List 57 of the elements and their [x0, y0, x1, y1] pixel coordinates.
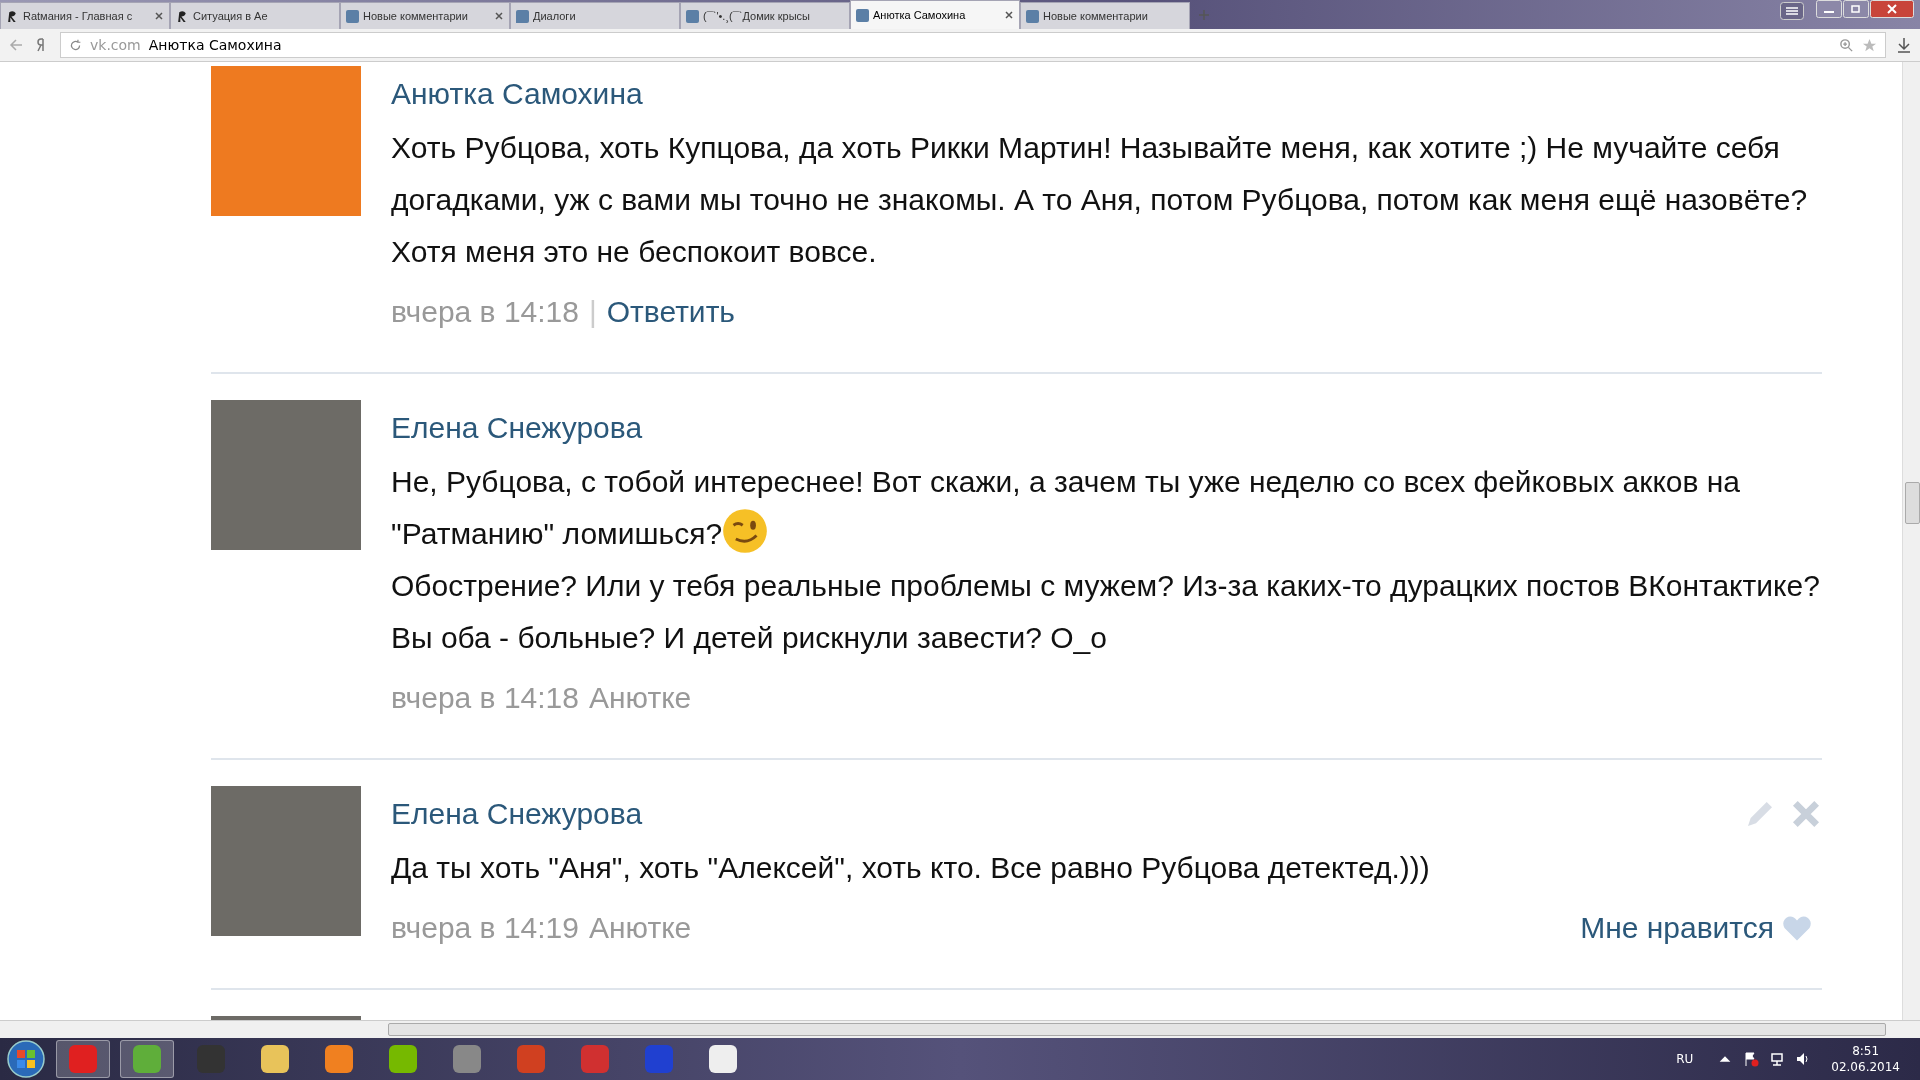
author-name-link[interactable]: Елена Снежурова: [391, 411, 643, 445]
browser-tab[interactable]: Новые комментарии: [1020, 2, 1190, 29]
comment-timestamp: вчера в 14:18: [391, 681, 579, 715]
language-indicator[interactable]: RU: [1676, 1052, 1694, 1066]
close-icon[interactable]: [154, 11, 164, 21]
tab-title: Ratмания - Главная с: [23, 10, 134, 22]
tab-title: Ситуация в Ае: [193, 10, 269, 22]
comment-text: Хоть Рубцова, хоть Купцова, да хоть Рикки Мартин! Называйте меня, как хотите ;) Не мучайте себя догадками, уж с вами мы точно не знакомы. А то Аня, потом Рубцова, потом как меня ещё назовёте? Хотя меня это не беспокоит вовсе.: [391, 130, 1809, 270]
delete-icon[interactable]: [1790, 798, 1822, 830]
tab-title: Диалоги: [533, 10, 577, 22]
rat-logo-icon: [6, 9, 19, 23]
start-button[interactable]: [6, 1039, 46, 1079]
reply-link[interactable]: Ответить: [606, 295, 735, 329]
download-icon[interactable]: [1896, 37, 1912, 53]
heart-icon: [1782, 914, 1812, 942]
comment-text: Обострение? Или у тебя реальные проблемы с мужем? Из-за каких-то дурацких постов ВКонтактике? Вы оба - больные? И детей рискнули завести? О_о: [391, 568, 1821, 656]
clock-date[interactable]: 02.06.2014: [1831, 1059, 1900, 1075]
browser-tab[interactable]: Новые комментарии: [340, 2, 510, 29]
browser-tab[interactable]: (¯`'•.¸(¯`Домик крысы: [680, 2, 850, 29]
address-field[interactable]: vk.com Анютка Самохина: [60, 32, 1886, 58]
comment-timestamp: вчера в 14:18: [391, 295, 579, 329]
scrollbar-thumb[interactable]: [1905, 482, 1920, 524]
url-domain: vk.com: [90, 37, 141, 53]
reply-to-label: Анютке: [588, 681, 692, 715]
menu-icon[interactable]: [1780, 2, 1804, 20]
zoom-icon[interactable]: [1839, 37, 1854, 53]
browser-tab[interactable]: Анютка Самохина: [850, 0, 1020, 29]
network-icon[interactable]: [1769, 1051, 1786, 1067]
browser-tab[interactable]: Ratмания - Главная с: [0, 2, 170, 29]
close-icon[interactable]: [494, 11, 504, 21]
comment-text: Да ты хоть "Аня", хоть "Алексей", хоть кто. Все равно Рубцова детектед.))): [391, 850, 1431, 886]
rat-logo-icon: [176, 9, 189, 23]
comment-timestamp: вчера в 14:19: [391, 911, 579, 945]
browser-tab[interactable]: Ситуация в Ае: [170, 2, 340, 29]
page-title: Анютка Самохина: [148, 37, 282, 53]
reply-to-label: Анютке: [588, 911, 692, 945]
tab-title: Новые комментарии: [1043, 10, 1149, 22]
flag-icon[interactable]: [1743, 1051, 1760, 1067]
tab-title: (¯`'•.¸(¯`Домик крысы: [703, 10, 811, 22]
author-name-link[interactable]: Елена Снежурова: [391, 797, 643, 831]
close-icon[interactable]: [1004, 10, 1014, 20]
back-arrow-icon[interactable]: [8, 37, 24, 53]
star-icon[interactable]: [1862, 37, 1877, 53]
like-button[interactable]: Мне нравится: [1580, 911, 1812, 945]
comment-text: Не, Рубцова, с тобой интереснее! Вот скажи, а зачем ты уже неделю со всех фейковых акков на "Ратманию" ломишься?: [391, 456, 1822, 560]
browser-tab[interactable]: Диалоги: [510, 2, 680, 29]
minimize-icon[interactable]: [1816, 0, 1842, 18]
horizontal-scrollbar[interactable]: [0, 1020, 1920, 1038]
separator-mark: |: [588, 295, 597, 329]
scrollbar-thumb[interactable]: [388, 1023, 1886, 1036]
tab-title: Анютка Самохина: [873, 9, 967, 21]
tab-title: Новые комментарии: [363, 10, 469, 22]
restore-icon[interactable]: [1843, 0, 1869, 18]
clock-time[interactable]: 8:51: [1852, 1043, 1880, 1059]
vertical-scrollbar[interactable]: [1902, 62, 1920, 1020]
refresh-icon[interactable]: [69, 38, 82, 52]
author-name-link[interactable]: Анютка Самохина: [391, 77, 643, 111]
